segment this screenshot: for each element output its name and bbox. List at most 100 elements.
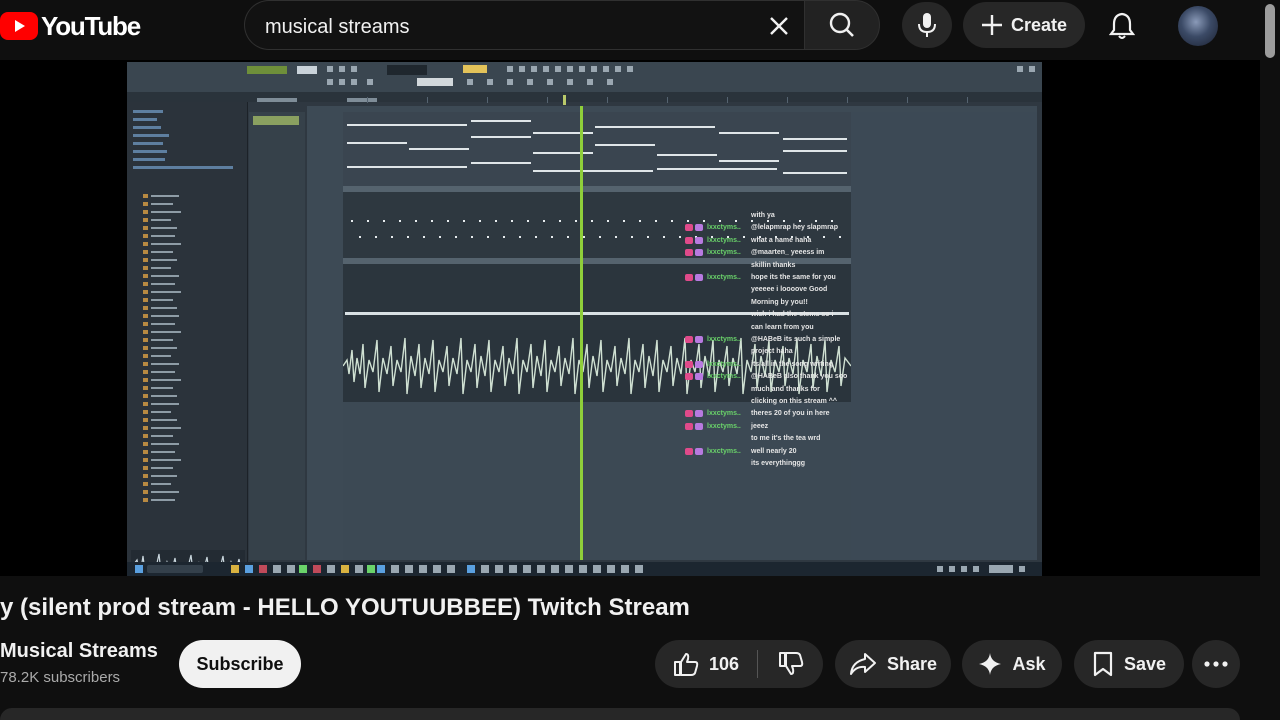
daw-ruler: [127, 92, 1042, 105]
chat-badges: [685, 336, 705, 343]
chat-badge-icon: [685, 410, 693, 418]
chat-text: theres 20 of you in here: [751, 410, 830, 418]
os-taskbar: [127, 562, 1042, 576]
notifications-button[interactable]: [1100, 4, 1144, 48]
search-input[interactable]: [263, 13, 747, 41]
chat-badge-icon: [685, 249, 693, 257]
chat-badge-icon: [685, 373, 693, 381]
chat-badge-icon: [685, 360, 693, 368]
chat-username: lxxctyms..: [707, 236, 741, 244]
chat-text: clicking on this stream ^^: [751, 398, 837, 405]
bookmark-icon: [1093, 651, 1113, 677]
account-avatar[interactable]: [1178, 6, 1218, 46]
chat-username: lxxctyms..: [707, 336, 741, 343]
channel-name[interactable]: Musical Streams: [0, 640, 158, 663]
dislike-button[interactable]: [758, 640, 823, 688]
chat-username: lxxctyms..: [707, 422, 741, 430]
ask-button[interactable]: Ask: [962, 640, 1062, 688]
chat-username: lxxctyms..: [707, 447, 741, 455]
video-frame-daw: with ya lxxctyms.. @lelapmrap hey slapmrap…: [127, 62, 1042, 576]
chat-badges: [685, 274, 705, 281]
chat-badges: [685, 236, 705, 244]
ask-label: Ask: [1012, 653, 1046, 674]
youtube-play-icon: [0, 12, 38, 40]
plus-icon: [981, 15, 1002, 35]
daw-file-browser: [127, 102, 248, 576]
chat-badge-icon: [685, 224, 693, 232]
chat-text: skillin thanks: [751, 261, 796, 269]
chat-text: wish i had the stems so i: [751, 311, 834, 319]
chat-text: yeeeee i loooove Good: [751, 286, 828, 294]
chat-badges: [685, 410, 705, 418]
chat-badge-icon: [695, 360, 703, 368]
chat-username: lxxctyms..: [707, 410, 741, 418]
share-icon: [849, 653, 876, 675]
search-icon: [829, 12, 854, 37]
chat-username: lxxctyms..: [707, 274, 741, 281]
chat-text: @lelapmrap hey slapmrap: [751, 224, 838, 232]
save-label: Save: [1123, 653, 1167, 674]
chat-text: its all in the song writing: [751, 360, 834, 368]
microphone-icon: [918, 13, 936, 37]
chat-text: @HABeB its such a simple: [751, 336, 841, 343]
like-button[interactable]: 106: [655, 640, 757, 688]
chat-username: lxxctyms..: [707, 373, 741, 381]
chat-badge-icon: [685, 422, 693, 430]
like-count: 106: [708, 653, 740, 674]
chat-username: lxxctyms..: [707, 224, 741, 232]
chat-badges: [685, 360, 705, 368]
youtube-logo[interactable]: YouTube: [0, 8, 141, 44]
chat-text: @maarten_ yeeess im: [751, 249, 825, 257]
chat-badge-icon: [685, 336, 693, 343]
chat-badge-icon: [695, 236, 703, 244]
video-title: y (silent prod stream - HELLO YOUTUUBBEE…: [0, 594, 690, 621]
chat-badge-icon: [695, 373, 703, 381]
chat-badges: [685, 224, 705, 232]
chat-badge-icon: [695, 410, 703, 418]
bell-icon: [1109, 12, 1135, 39]
more-horizontal-icon: [1204, 661, 1228, 667]
chat-badge-icon: [685, 236, 693, 244]
chat-badge-icon: [695, 274, 703, 281]
chat-text: well nearly 20: [751, 447, 797, 455]
more-actions-button[interactable]: [1192, 640, 1240, 688]
chat-badge-icon: [695, 447, 703, 455]
chat-badge-icon: [695, 249, 703, 257]
close-icon: [770, 17, 788, 35]
chat-text: to me it's the tea wrd: [751, 435, 821, 443]
page-scrollbar[interactable]: [1265, 4, 1275, 58]
chat-text: Morning by you!!: [751, 298, 808, 306]
chat-badges: [685, 422, 705, 430]
chat-badges: [685, 249, 705, 257]
subscribe-button[interactable]: Subscribe: [179, 640, 301, 688]
share-button[interactable]: Share: [835, 640, 951, 688]
thumbs-down-icon: [778, 652, 803, 675]
chat-username: lxxctyms..: [707, 249, 741, 257]
stream-chat-overlay: with ya lxxctyms.. @lelapmrap hey slapmrap…: [685, 112, 1037, 560]
chat-badge-icon: [685, 447, 693, 455]
like-dislike-bar: 106: [655, 640, 823, 688]
chat-text: hope its the same for you: [751, 274, 836, 281]
chat-badges: [685, 373, 705, 381]
chat-text: its everythinggg: [751, 460, 806, 467]
chat-badges: [685, 447, 705, 455]
chat-badge-icon: [695, 224, 703, 232]
share-label: Share: [886, 653, 938, 674]
create-button[interactable]: Create: [963, 2, 1085, 48]
chat-text: @HABeB also thank you soo: [751, 373, 848, 381]
chat-badge-icon: [695, 422, 703, 430]
chat-text: what a name haha: [751, 236, 812, 244]
search-button[interactable]: [804, 0, 880, 50]
subscriber-count: 78.2K subscribers: [0, 669, 121, 686]
clear-search-button[interactable]: [762, 10, 796, 42]
chat-username: lxxctyms..: [707, 360, 741, 368]
chat-text: project haha: [751, 348, 793, 356]
chat-badge-icon: [695, 336, 703, 343]
voice-search-button[interactable]: [902, 2, 952, 48]
chat-text: can learn from you: [751, 323, 814, 331]
create-label: Create: [1010, 14, 1068, 35]
thumbs-up-icon: [673, 653, 699, 676]
description-box[interactable]: [0, 708, 1240, 720]
save-button[interactable]: Save: [1074, 640, 1184, 688]
chat-text: much and thanks for: [751, 385, 820, 393]
